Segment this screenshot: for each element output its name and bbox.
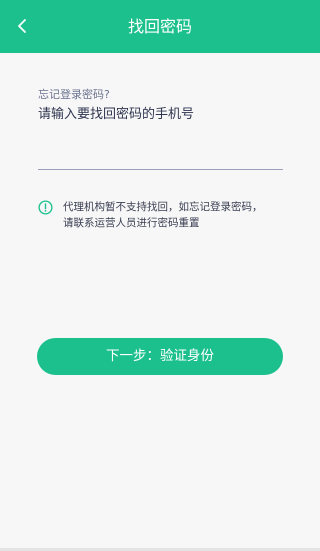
page-title: 找回密码 [127,17,192,36]
forgot-password-hint: 忘记登录密码? [38,88,110,101]
notice-text: 代理机构暂不支持找回，如忘记登录密码， 请联系运营人员进行密码重置 [63,199,263,231]
phone-input[interactable] [38,135,283,170]
notice-line-2: 请联系运营人员进行密码重置 [63,217,200,229]
next-verify-identity-button[interactable]: 下一步：验证身份 [37,338,283,375]
phone-field-label: 请输入要找回密码的手机号 [38,107,195,122]
recover-form: 忘记登录密码? 请输入要找回密码的手机号 [38,88,283,123]
notice-line-1: 代理机构暂不支持找回，如忘记登录密码， [63,201,263,213]
notice-message: 代理机构暂不支持找回，如忘记登录密码， 请联系运营人员进行密码重置 [38,199,283,231]
info-circle-icon [38,200,53,215]
app-header: 找回密码 [0,0,320,53]
